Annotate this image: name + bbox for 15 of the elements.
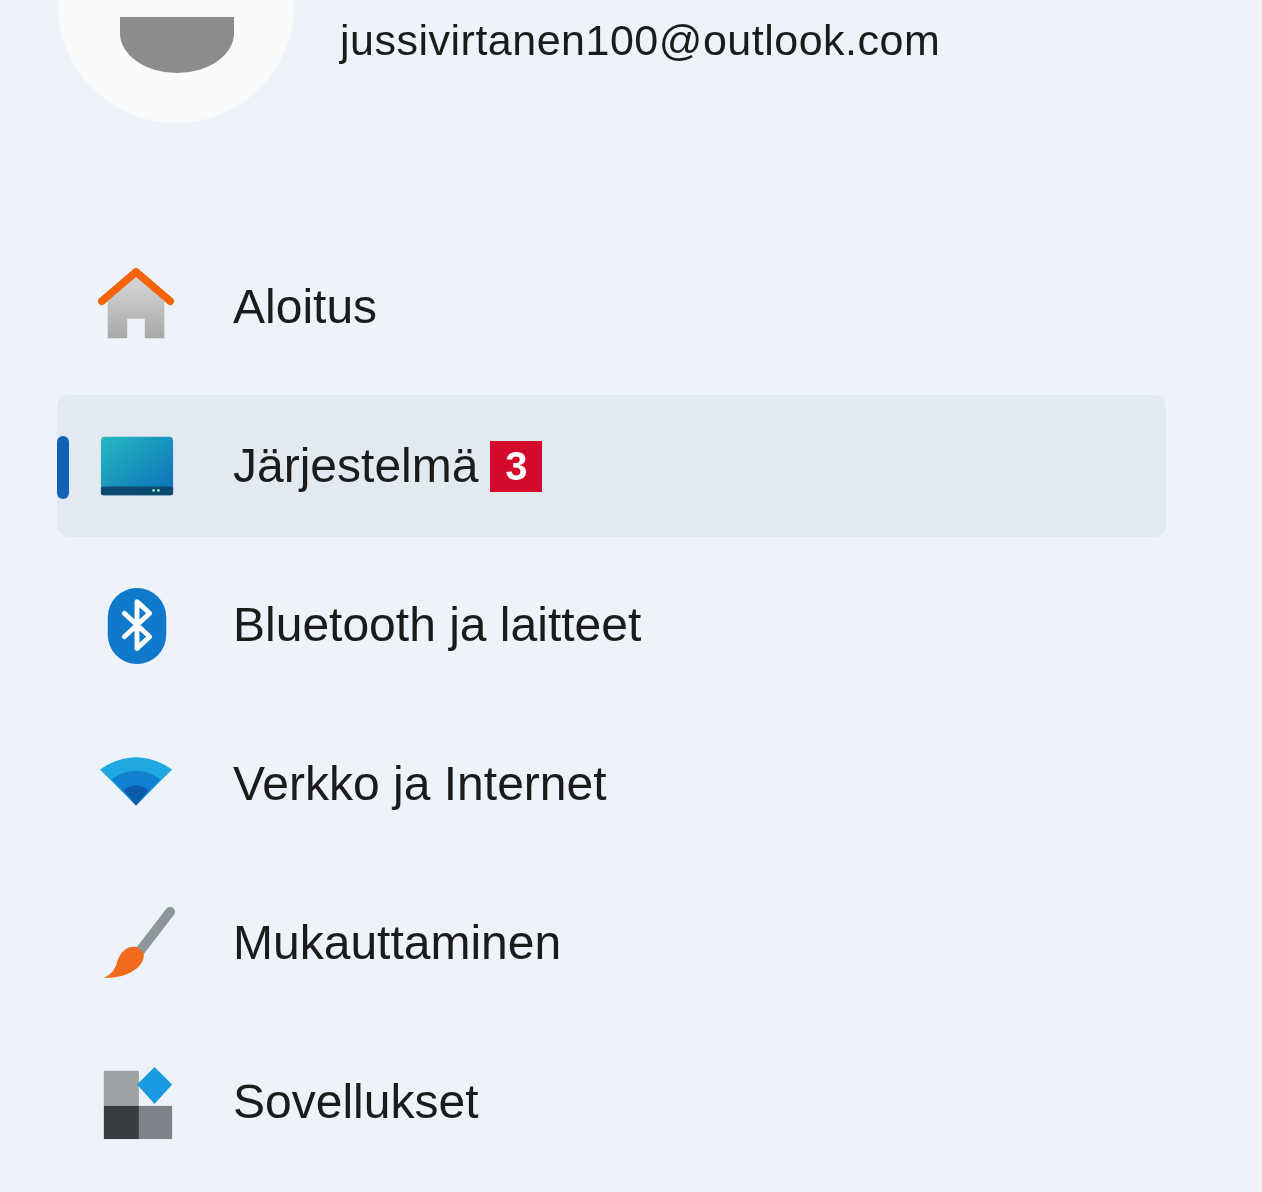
nav-item[interactable]: Sovellukset	[57, 1031, 1166, 1173]
nav-label: Bluetooth ja laitteet	[233, 597, 642, 653]
nav-item[interactable]: Aloitus	[57, 236, 1166, 378]
nav-label: Aloitus	[233, 279, 378, 335]
account-email: jussivirtanen100@outlook.com	[340, 15, 941, 65]
nav-label: Verkko ja Internet	[233, 756, 607, 812]
nav-item[interactable]: Mukauttaminen	[57, 872, 1166, 1014]
selection-indicator	[57, 436, 69, 499]
number-badge: 3	[490, 440, 543, 492]
nav-item[interactable]: Järjestelmä 3	[57, 395, 1166, 537]
nav-label: Sovellukset	[233, 1074, 479, 1130]
nav-item[interactable]: Verkko ja Internet	[57, 713, 1166, 855]
nav-label: Järjestelmä	[233, 438, 479, 494]
nav-label: Mukauttaminen	[233, 915, 562, 971]
nav-item[interactable]: Bluetooth ja laitteet	[57, 554, 1166, 696]
